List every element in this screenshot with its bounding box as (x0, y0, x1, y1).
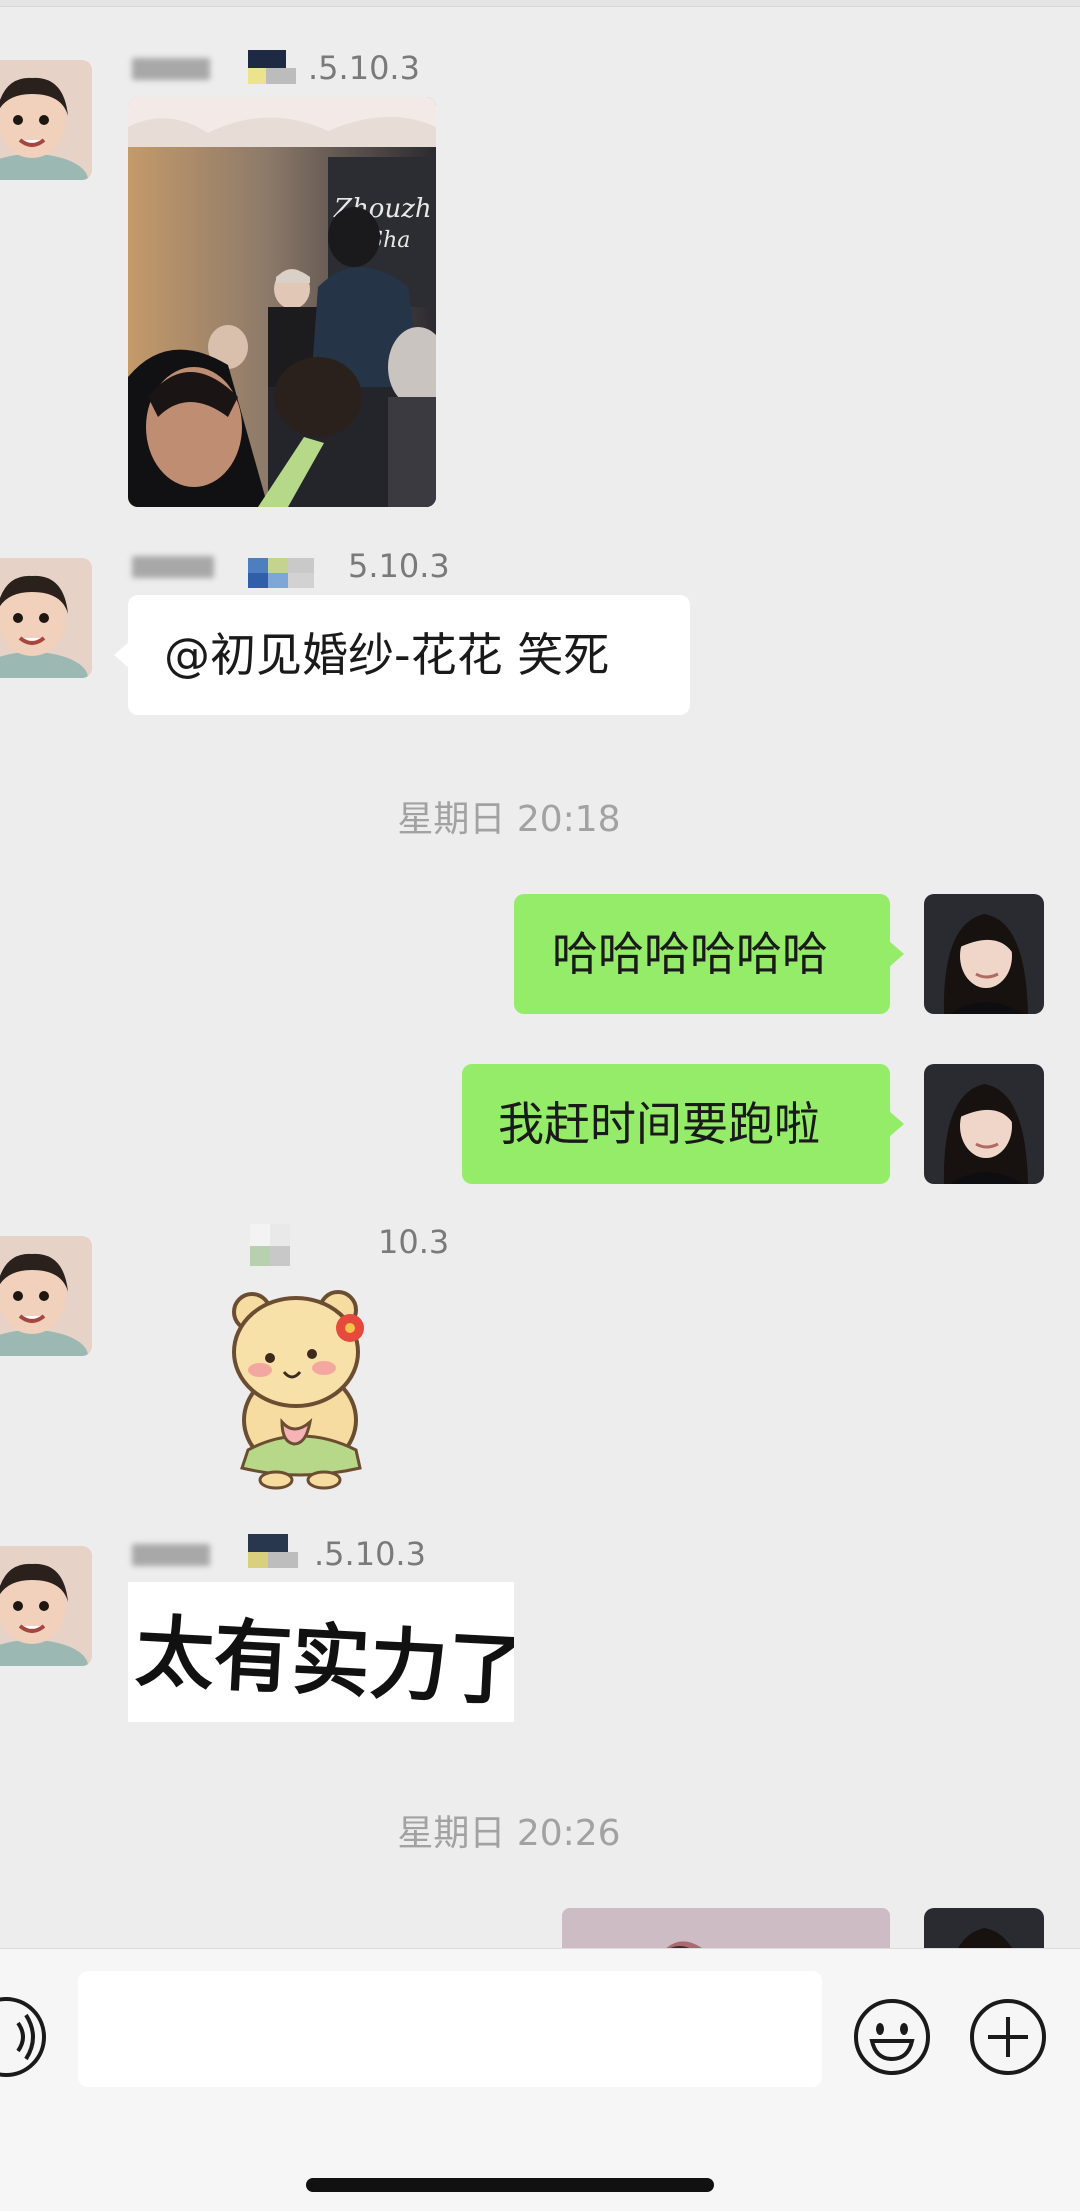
sender-avatar[interactable] (0, 1546, 92, 1666)
sender-name: .5.10.3 (128, 1534, 468, 1574)
redaction-pixels (248, 1534, 298, 1568)
sender-name: .5.10.3 (128, 48, 468, 88)
sender-avatar[interactable] (0, 1236, 92, 1356)
emoji-icon[interactable] (852, 1997, 932, 2077)
sender-date-fragment: .5.10.3 (308, 49, 420, 87)
sender-date-fragment: 5.10.3 (348, 547, 450, 585)
chat-message-list[interactable]: .5.10.3 Zhouzh Sha 5.10.3 @初见婚纱-花花 笑死 星期… (0, 0, 1080, 1948)
my-avatar[interactable] (924, 894, 1044, 1014)
chat-input-bar (0, 1948, 1080, 2211)
bear-sticker[interactable] (200, 1272, 400, 1492)
outgoing-image-message[interactable] (562, 1908, 890, 1948)
sender-name-redacted (132, 1544, 210, 1566)
sender-name: 10.3 (128, 1222, 468, 1266)
image-message[interactable]: Zhouzh Sha (128, 97, 436, 507)
message-text: 我赶时间要跑啦 (498, 1097, 820, 1151)
sender-name: 5.10.3 (128, 546, 468, 588)
text-sticker[interactable]: 太有实力了 (128, 1582, 514, 1722)
sender-date-fragment: 10.3 (378, 1223, 450, 1261)
sticker-text: 太有实力了 (133, 1607, 514, 1718)
outgoing-text-bubble[interactable]: 哈哈哈哈哈哈 (514, 894, 904, 1014)
message-text: 哈哈哈哈哈哈 (552, 927, 828, 981)
my-avatar[interactable] (924, 1064, 1044, 1184)
message-text: @初见婚纱-花花 笑死 (164, 628, 610, 682)
home-indicator (306, 2178, 714, 2192)
incoming-text-bubble[interactable]: @初见婚纱-花花 笑死 (114, 595, 690, 715)
redaction-pixels (248, 558, 314, 588)
message-timestamp: 星期日 20:18 (397, 799, 621, 840)
plus-icon[interactable] (968, 1997, 1048, 2077)
sender-date-fragment: .5.10.3 (314, 1535, 426, 1573)
message-timestamp: 星期日 20:26 (397, 1813, 621, 1854)
redaction-pixels (250, 1224, 290, 1266)
outgoing-text-bubble[interactable]: 我赶时间要跑啦 (462, 1064, 904, 1184)
sender-name-redacted (132, 58, 210, 80)
voice-icon[interactable] (0, 1997, 46, 2077)
message-input[interactable] (78, 1971, 822, 2087)
redaction-pixels (248, 50, 296, 84)
sender-avatar[interactable] (0, 60, 92, 180)
my-avatar[interactable] (924, 1908, 1044, 1948)
sender-avatar[interactable] (0, 558, 92, 678)
sender-name-redacted (132, 556, 214, 578)
